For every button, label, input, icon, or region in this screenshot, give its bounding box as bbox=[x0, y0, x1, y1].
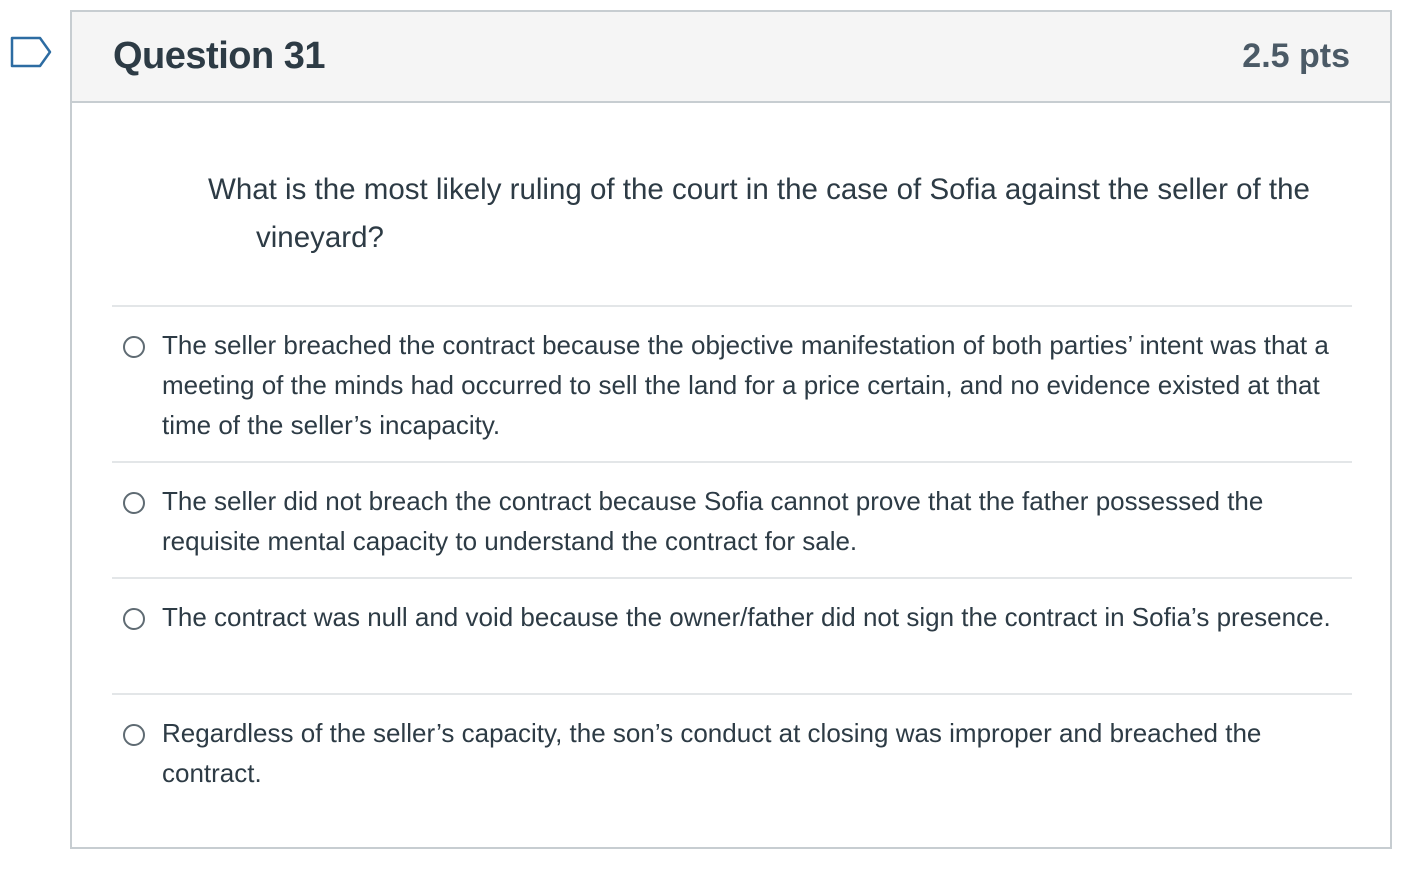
radio-button-icon[interactable] bbox=[123, 336, 145, 358]
question-text: What is the most likely ruling of the co… bbox=[208, 173, 1310, 254]
answer-list: The seller breached the contract because… bbox=[112, 305, 1352, 809]
flag-question-icon[interactable] bbox=[10, 36, 54, 72]
answer-option-2[interactable]: The seller did not breach the contract b… bbox=[112, 461, 1352, 577]
answer-label: The contract was null and void because t… bbox=[162, 602, 1331, 632]
radio-button-icon[interactable] bbox=[123, 724, 145, 746]
radio-button-icon[interactable] bbox=[123, 492, 145, 514]
question-card: Question 31 2.5 pts What is the most lik… bbox=[70, 10, 1392, 849]
answer-label: The seller did not breach the contract b… bbox=[162, 486, 1264, 556]
answer-label: Regardless of the seller’s capacity, the… bbox=[162, 718, 1262, 788]
answer-label: The seller breached the contract because… bbox=[162, 330, 1329, 440]
answer-option-1[interactable]: The seller breached the contract because… bbox=[112, 305, 1352, 461]
radio-button-icon[interactable] bbox=[123, 608, 145, 630]
question-header: Question 31 2.5 pts bbox=[72, 12, 1390, 103]
question-title: Question 31 bbox=[113, 35, 326, 77]
question-points: 2.5 pts bbox=[1242, 37, 1350, 75]
answer-option-4[interactable]: Regardless of the seller’s capacity, the… bbox=[112, 693, 1352, 809]
answer-option-3[interactable]: The contract was null and void because t… bbox=[112, 577, 1352, 693]
